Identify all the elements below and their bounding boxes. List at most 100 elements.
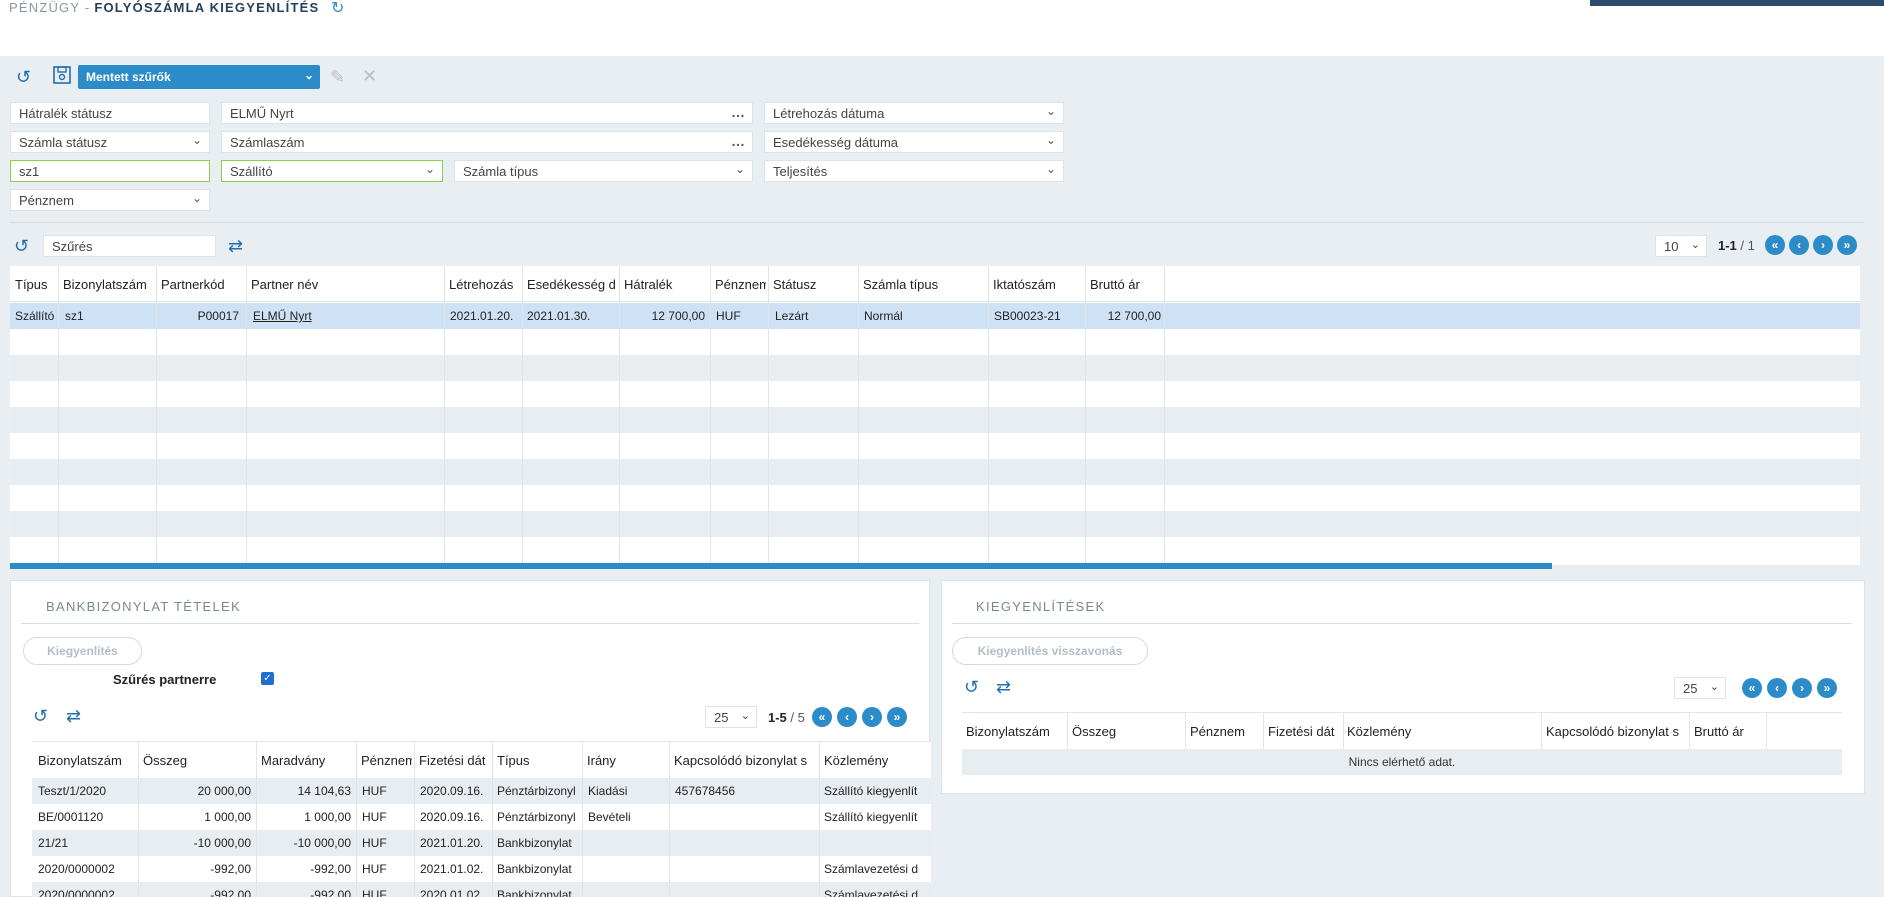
filter-partner-checkbox[interactable]: ✓	[261, 672, 274, 685]
edit-icon[interactable]: ✎	[330, 67, 345, 87]
first-page-icon[interactable]: «	[812, 707, 832, 727]
swap-icon[interactable]: ⇄	[996, 677, 1011, 697]
prev-page-icon[interactable]: ‹	[837, 707, 857, 727]
partner-link[interactable]: ELMŰ Nyrt	[253, 309, 441, 323]
cell-bizonylatszam: sz1	[65, 309, 84, 323]
szallito-dropdown[interactable]: Szállító ⌄	[221, 160, 443, 182]
page-size-select[interactable]: 25 ⌄	[705, 706, 757, 728]
col-header[interactable]: Fizetési dát	[1268, 724, 1341, 739]
table-row	[10, 407, 1860, 433]
letrehozas-datuma-field[interactable]: Létrehozás dátuma ⌄	[764, 102, 1064, 124]
teljesites-field[interactable]: Teljesítés ⌄	[764, 160, 1064, 182]
col-header[interactable]: Közlemény	[1347, 724, 1539, 739]
chevron-down-icon: ⌄	[1045, 133, 1056, 147]
prev-page-icon[interactable]: ‹	[1789, 235, 1809, 255]
col-header[interactable]: Típus	[497, 753, 580, 768]
col-header[interactable]: Partner név	[251, 277, 441, 292]
swap-icon[interactable]: ⇄	[66, 706, 81, 726]
cell-bizonylatszam: 21/21	[38, 836, 69, 850]
next-page-icon[interactable]: ›	[1813, 235, 1833, 255]
grid-refresh-icon[interactable]: ↺	[964, 677, 979, 697]
page-total: / 5	[790, 710, 805, 725]
col-header[interactable]: Bruttó ár	[1694, 724, 1764, 739]
divider	[10, 222, 1864, 223]
column-divider	[858, 266, 859, 563]
first-page-icon[interactable]: «	[1742, 678, 1762, 698]
col-header[interactable]: Hátralék	[624, 277, 708, 292]
next-page-icon[interactable]: ›	[1792, 678, 1812, 698]
page-info: 1-1 / 1	[1718, 238, 1755, 253]
col-header[interactable]: Összeg	[143, 753, 254, 768]
cell-hatralek: 12 700,00	[651, 309, 705, 323]
col-header[interactable]: Kapcsolódó bizonylat s	[674, 753, 817, 768]
cell-maradvany: -992,00	[310, 888, 351, 897]
more-icon[interactable]: …	[731, 104, 745, 120]
col-header[interactable]: Összeg	[1072, 724, 1183, 739]
more-icon[interactable]: …	[731, 133, 745, 149]
col-header[interactable]: Iktatószám	[993, 277, 1083, 292]
col-header[interactable]: Partnerkód	[161, 277, 244, 292]
esedekesseg-datuma-field[interactable]: Esedékesség dátuma ⌄	[764, 131, 1064, 153]
horizontal-scrollbar[interactable]	[10, 563, 1552, 569]
szamla-tipus-field[interactable]: Számla típus ⌄	[454, 160, 753, 182]
column-divider	[522, 266, 523, 563]
field-label: Számla státusz	[19, 135, 108, 150]
penznem-field[interactable]: Pénznem ⌄	[10, 189, 210, 211]
grid-search-input[interactable]: Szűrés	[43, 235, 216, 257]
col-header[interactable]: Pénznem	[361, 753, 412, 768]
page-size-select[interactable]: 10 ⌄	[1655, 235, 1707, 257]
col-header[interactable]: Számla típus	[863, 277, 986, 292]
col-header[interactable]: Bizonylatszám	[38, 753, 136, 768]
col-header[interactable]: Pénznem	[715, 277, 766, 292]
szamlaszam-field[interactable]: Számlaszám…	[221, 131, 753, 153]
col-header[interactable]: Státusz	[773, 277, 856, 292]
refresh-page-icon[interactable]: ↻	[331, 0, 344, 18]
cell-fizetesi-datum: 2020.09.16.	[420, 784, 484, 798]
save-filter-icon[interactable]	[53, 66, 71, 88]
grid-refresh-icon[interactable]: ↺	[14, 236, 29, 256]
col-header[interactable]: Bruttó ár	[1090, 277, 1162, 292]
bizonylatszam-field[interactable]: sz1	[10, 160, 210, 182]
cell-bizonylatszam: 2020/0000002	[38, 888, 115, 897]
col-header[interactable]: Bizonylatszám	[966, 724, 1065, 739]
col-header[interactable]: Közlemény	[824, 753, 931, 768]
page-size-select[interactable]: 25 ⌄	[1674, 677, 1726, 699]
col-header[interactable]: Pénznem	[1190, 724, 1261, 739]
col-header[interactable]: Maradvány	[261, 753, 354, 768]
field-value: sz1	[19, 164, 40, 179]
col-header[interactable]: Kapcsolódó bizonylat s	[1546, 724, 1687, 739]
last-page-icon[interactable]: »	[1817, 678, 1837, 698]
column-divider	[710, 266, 711, 563]
col-header[interactable]: Típus	[15, 277, 56, 292]
first-page-icon[interactable]: «	[1765, 235, 1785, 255]
column-divider	[1085, 266, 1086, 563]
delete-icon[interactable]: ✕	[362, 66, 377, 86]
reset-filters-icon[interactable]: ↺	[16, 67, 31, 87]
szamla-statusz-field[interactable]: Számla státusz ⌄	[10, 131, 210, 153]
cell-tipus: Pénztárbizonyl	[497, 810, 576, 824]
column-divider	[256, 742, 257, 897]
grid-refresh-icon[interactable]: ↺	[33, 706, 48, 726]
prev-page-icon[interactable]: ‹	[1767, 678, 1787, 698]
saved-filters-dropdown[interactable]: Mentett szűrők ⌄	[78, 65, 320, 89]
col-header[interactable]: Bizonylatszám	[63, 277, 154, 292]
next-page-icon[interactable]: ›	[862, 707, 882, 727]
partner-field[interactable]: ELMŰ Nyrt…	[221, 102, 753, 124]
hatralek-statusz-field[interactable]: Hátralék státusz	[10, 102, 210, 124]
col-header[interactable]: Létrehozás	[449, 277, 520, 292]
col-header[interactable]: Fizetési dát	[419, 753, 490, 768]
field-label: Esedékesség dátuma	[773, 135, 899, 150]
user-menu-strip[interactable]	[1590, 0, 1884, 6]
cell-maradvany: 1 000,00	[304, 810, 351, 824]
settle-button[interactable]: Kiegyenlítés	[23, 637, 142, 665]
column-divider	[819, 742, 820, 897]
column-divider	[669, 742, 670, 897]
undo-settle-button[interactable]: Kiegyenlítés visszavonás	[952, 637, 1148, 665]
page-size-value: 25	[1683, 681, 1698, 696]
last-page-icon[interactable]: »	[1837, 235, 1857, 255]
col-header[interactable]: Esedékesség d	[527, 277, 617, 292]
last-page-icon[interactable]: »	[887, 707, 907, 727]
col-header[interactable]: Irány	[587, 753, 667, 768]
swap-icon[interactable]: ⇄	[228, 236, 243, 256]
cell-penznem: HUF	[362, 836, 387, 850]
